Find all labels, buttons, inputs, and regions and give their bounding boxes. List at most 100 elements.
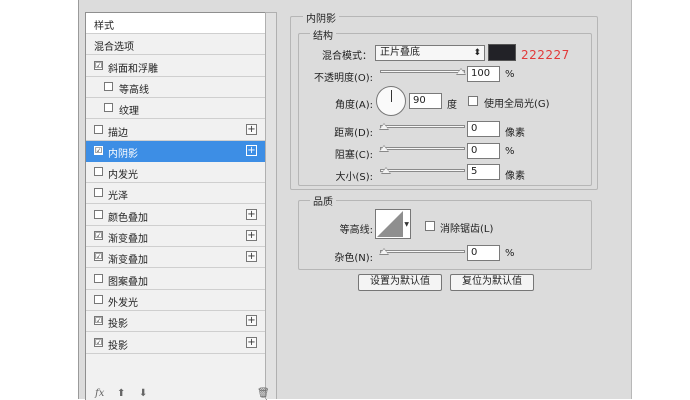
- style-checkbox[interactable]: ☑: [94, 145, 103, 155]
- angle-unit: 度: [447, 100, 457, 111]
- style-checkbox[interactable]: [94, 167, 103, 177]
- opacity-unit: %: [505, 69, 515, 80]
- size-input[interactable]: 5: [467, 164, 500, 180]
- add-style-icon[interactable]: +: [246, 315, 257, 327]
- style-item-label: 描边: [108, 127, 128, 139]
- opacity-slider-track[interactable]: [380, 70, 465, 73]
- angle-dial[interactable]: [376, 86, 406, 116]
- choke-slider-track[interactable]: [380, 147, 465, 150]
- style-item[interactable]: ☑ 斜面和浮雕: [86, 55, 266, 77]
- add-style-icon[interactable]: +: [246, 208, 257, 220]
- style-checkbox[interactable]: [94, 188, 103, 198]
- style-item: 样式: [86, 13, 266, 34]
- angle-input[interactable]: 90: [409, 93, 442, 109]
- style-checkbox[interactable]: ☑: [94, 316, 103, 326]
- style-item[interactable]: 等高线: [86, 76, 266, 98]
- style-item-label: 样式: [94, 21, 114, 32]
- distance-slider-thumb[interactable]: [379, 123, 389, 130]
- style-item-label: 光泽: [108, 191, 128, 203]
- style-item[interactable]: 纹理: [86, 98, 266, 120]
- style-item[interactable]: 外发光: [86, 289, 266, 311]
- add-style-icon[interactable]: +: [246, 230, 257, 241]
- reset-default-button[interactable]: 复位为默认值: [450, 274, 534, 291]
- set-default-button[interactable]: 设置为默认值: [358, 274, 442, 291]
- size-slider-thumb[interactable]: [380, 167, 391, 174]
- fx-icon[interactable]: fx: [95, 388, 104, 399]
- style-item[interactable]: 图案叠加: [86, 268, 266, 290]
- style-item-label: 外发光: [108, 297, 138, 309]
- move-down-icon[interactable]: ⬇: [139, 388, 147, 399]
- select-arrows-icon: ⬍: [473, 48, 481, 58]
- antialias-label: 消除锯齿(L): [440, 224, 494, 235]
- styles-list-toolbar: fx ⬆ ⬇ 🗑: [95, 388, 275, 399]
- noise-label: 杂色(N):: [334, 253, 373, 264]
- noise-slider-track[interactable]: [380, 250, 465, 253]
- style-checkbox[interactable]: [104, 103, 113, 113]
- distance-slider-track[interactable]: [380, 125, 465, 128]
- contour-label: 等高线:: [339, 225, 373, 236]
- style-checkbox[interactable]: [94, 209, 103, 219]
- style-item-label: 内发光: [108, 170, 138, 182]
- style-checkbox[interactable]: ☑: [94, 231, 103, 240]
- contour-preview-icon: [377, 211, 403, 237]
- style-item[interactable]: 混合选项: [86, 34, 266, 56]
- style-checkbox[interactable]: [104, 81, 113, 91]
- style-item-label: 投影: [108, 340, 128, 352]
- style-item-label: 等高线: [119, 84, 149, 96]
- contour-picker[interactable]: ▼: [375, 209, 411, 239]
- angle-label: 角度(A):: [334, 100, 373, 111]
- style-item[interactable]: 颜色叠加 +: [86, 204, 266, 226]
- style-checkbox[interactable]: [94, 273, 103, 283]
- style-item-label: 图案叠加: [108, 276, 148, 288]
- style-item[interactable]: ☑ 渐变叠加 +: [86, 226, 266, 247]
- style-item[interactable]: 光泽: [86, 183, 266, 205]
- noise-input[interactable]: 0: [467, 245, 500, 261]
- size-label: 大小(S):: [335, 172, 373, 183]
- inner-shadow-title: 内阴影: [303, 10, 339, 25]
- style-item-label: 混合选项: [94, 42, 134, 54]
- color-hex-annotation: 222227: [521, 48, 570, 62]
- style-checkbox[interactable]: ☑: [94, 337, 103, 347]
- add-style-icon[interactable]: +: [246, 251, 257, 263]
- styles-list: 样式 混合选项 ☑ 斜面和浮雕 等高线 纹理 描边 + ☑ 内阴影 + 内发光 光泽 颜色叠加 + ☑ 渐变叠加…: [85, 12, 267, 400]
- add-style-icon[interactable]: +: [246, 123, 257, 135]
- add-style-icon[interactable]: +: [246, 144, 257, 156]
- size-unit: 像素: [505, 171, 525, 182]
- trash-icon[interactable]: 🗑: [257, 388, 270, 399]
- style-item-label: 纹理: [119, 106, 139, 118]
- contour-dropdown-icon: ▼: [404, 221, 409, 228]
- style-item[interactable]: ☑ 渐变叠加 +: [86, 247, 266, 269]
- choke-slider-thumb[interactable]: [379, 145, 389, 152]
- noise-slider-thumb[interactable]: [379, 248, 389, 255]
- antialias-checkbox[interactable]: [425, 221, 435, 231]
- shadow-color-swatch[interactable]: [488, 44, 516, 61]
- distance-input[interactable]: 0: [467, 121, 500, 137]
- size-slider-track[interactable]: [380, 169, 465, 172]
- style-checkbox[interactable]: ☑: [94, 60, 103, 70]
- style-item[interactable]: 描边 +: [86, 119, 266, 141]
- noise-unit: %: [505, 248, 515, 259]
- angle-dial-needle: [391, 90, 392, 102]
- opacity-label: 不透明度(O):: [313, 73, 373, 84]
- style-checkbox[interactable]: ☑: [94, 252, 103, 262]
- quality-title: 品质: [310, 193, 336, 208]
- style-checkbox[interactable]: [94, 294, 103, 304]
- style-item[interactable]: 内发光: [86, 162, 266, 184]
- distance-label: 距离(D):: [334, 128, 373, 139]
- blend-mode-select[interactable]: 正片叠底 ⬍: [375, 45, 485, 61]
- styles-list-scrollbar[interactable]: [265, 12, 277, 399]
- style-item[interactable]: ☑ 投影 +: [86, 332, 266, 354]
- style-checkbox[interactable]: [94, 124, 103, 134]
- style-item[interactable]: ☑ 投影 +: [86, 311, 266, 333]
- choke-input[interactable]: 0: [467, 143, 500, 159]
- move-up-icon[interactable]: ⬆: [117, 388, 125, 399]
- global-light-checkbox[interactable]: [468, 96, 478, 106]
- opacity-input[interactable]: 100: [467, 66, 500, 82]
- style-item-label: 颜色叠加: [108, 212, 148, 224]
- choke-unit: %: [505, 146, 515, 157]
- style-item[interactable]: ☑ 内阴影 +: [86, 140, 266, 162]
- opacity-slider-thumb[interactable]: [456, 68, 466, 75]
- distance-unit: 像素: [505, 128, 525, 139]
- add-style-icon[interactable]: +: [246, 336, 257, 348]
- style-item-label: 渐变叠加: [108, 255, 148, 267]
